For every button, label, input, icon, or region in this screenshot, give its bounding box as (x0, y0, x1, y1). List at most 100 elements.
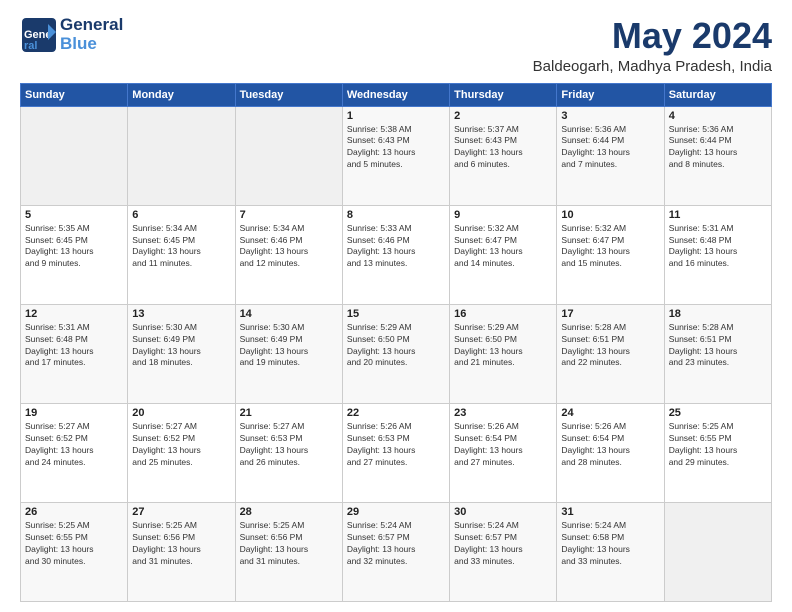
title-block: May 2024 Baldeogarh, Madhya Pradesh, Ind… (533, 16, 772, 75)
calendar-cell: 19 Sunrise: 5:27 AM Sunset: 6:52 PM Dayli… (21, 403, 128, 502)
day-number: 18 (669, 308, 767, 320)
day-info: Sunrise: 5:36 AM Sunset: 6:44 PM Dayligh… (669, 124, 767, 172)
day-info: Sunrise: 5:26 AM Sunset: 6:53 PM Dayligh… (347, 421, 445, 469)
calendar-cell (128, 106, 235, 205)
calendar-cell: 9 Sunrise: 5:32 AM Sunset: 6:47 PM Daylig… (450, 205, 557, 304)
day-info: Sunrise: 5:37 AM Sunset: 6:43 PM Dayligh… (454, 124, 552, 172)
calendar-week-5: 26 Sunrise: 5:25 AM Sunset: 6:55 PM Dayli… (21, 502, 772, 601)
calendar-cell: 15Sunrise: 5:29 AM Sunset: 6:50 PM Dayli… (342, 304, 449, 403)
logo: Gene ral General Blue (20, 16, 123, 54)
calendar-cell: 11 Sunrise: 5:31 AM Sunset: 6:48 PM Dayli… (664, 205, 771, 304)
calendar-week-3: 12 Sunrise: 5:31 AM Sunset: 6:48 PM Dayli… (21, 304, 772, 403)
calendar-cell: 20Sunrise: 5:27 AM Sunset: 6:52 PM Dayli… (128, 403, 235, 502)
calendar-cell (664, 502, 771, 601)
day-number: 19 (25, 407, 123, 419)
day-info: Sunrise: 5:25 AM Sunset: 6:55 PM Dayligh… (25, 520, 123, 568)
day-info: Sunrise: 5:35 AM Sunset: 6:45 PM Dayligh… (25, 223, 123, 271)
day-info: Sunrise: 5:31 AM Sunset: 6:48 PM Dayligh… (669, 223, 767, 271)
day-info: Sunrise: 5:26 AM Sunset: 6:54 PM Dayligh… (454, 421, 552, 469)
day-number: 10 (561, 209, 659, 221)
day-info: Sunrise: 5:32 AM Sunset: 6:47 PM Dayligh… (454, 223, 552, 271)
logo-icon: Gene ral (20, 16, 58, 54)
day-number: 1 (347, 110, 445, 122)
calendar-cell: 24 Sunrise: 5:26 AM Sunset: 6:54 PM Dayli… (557, 403, 664, 502)
day-info: Sunrise: 5:30 AM Sunset: 6:49 PM Dayligh… (132, 322, 230, 370)
day-number: 25 (669, 407, 767, 419)
calendar-cell: 6 Sunrise: 5:34 AM Sunset: 6:45 PM Daylig… (128, 205, 235, 304)
calendar-cell: 21Sunrise: 5:27 AM Sunset: 6:53 PM Dayli… (235, 403, 342, 502)
calendar-table: Sunday Monday Tuesday Wednesday Thursday… (20, 83, 772, 602)
day-info: Sunrise: 5:28 AM Sunset: 6:51 PM Dayligh… (669, 322, 767, 370)
day-info: Sunrise: 5:24 AM Sunset: 6:58 PM Dayligh… (561, 520, 659, 568)
day-number: 12 (25, 308, 123, 320)
day-info: Sunrise: 5:27 AM Sunset: 6:52 PM Dayligh… (132, 421, 230, 469)
calendar-cell: 3Sunrise: 5:36 AM Sunset: 6:44 PM Daylig… (557, 106, 664, 205)
calendar-week-4: 19 Sunrise: 5:27 AM Sunset: 6:52 PM Dayli… (21, 403, 772, 502)
day-number: 23 (454, 407, 552, 419)
calendar-week-2: 5Sunrise: 5:35 AM Sunset: 6:45 PM Daylig… (21, 205, 772, 304)
day-number: 3 (561, 110, 659, 122)
day-info: Sunrise: 5:33 AM Sunset: 6:46 PM Dayligh… (347, 223, 445, 271)
day-number: 26 (25, 506, 123, 518)
col-wednesday: Wednesday (342, 83, 449, 106)
day-number: 13 (132, 308, 230, 320)
day-info: Sunrise: 5:28 AM Sunset: 6:51 PM Dayligh… (561, 322, 659, 370)
calendar-cell: 1 Sunrise: 5:38 AM Sunset: 6:43 PM Daylig… (342, 106, 449, 205)
calendar-cell: 28Sunrise: 5:25 AM Sunset: 6:56 PM Dayli… (235, 502, 342, 601)
day-number: 30 (454, 506, 552, 518)
day-number: 8 (347, 209, 445, 221)
day-info: Sunrise: 5:38 AM Sunset: 6:43 PM Dayligh… (347, 124, 445, 172)
day-number: 28 (240, 506, 338, 518)
logo-line1: General (60, 16, 123, 35)
calendar-cell: 2Sunrise: 5:37 AM Sunset: 6:43 PM Daylig… (450, 106, 557, 205)
day-number: 16 (454, 308, 552, 320)
day-info: Sunrise: 5:30 AM Sunset: 6:49 PM Dayligh… (240, 322, 338, 370)
day-info: Sunrise: 5:34 AM Sunset: 6:46 PM Dayligh… (240, 223, 338, 271)
page: Gene ral General Blue May 2024 Baldeogar… (0, 0, 792, 612)
calendar-cell: 30Sunrise: 5:24 AM Sunset: 6:57 PM Dayli… (450, 502, 557, 601)
day-info: Sunrise: 5:27 AM Sunset: 6:52 PM Dayligh… (25, 421, 123, 469)
day-info: Sunrise: 5:25 AM Sunset: 6:56 PM Dayligh… (132, 520, 230, 568)
subtitle: Baldeogarh, Madhya Pradesh, India (533, 58, 772, 75)
calendar-cell: 12 Sunrise: 5:31 AM Sunset: 6:48 PM Dayli… (21, 304, 128, 403)
calendar-cell: 13 Sunrise: 5:30 AM Sunset: 6:49 PM Dayli… (128, 304, 235, 403)
calendar-cell: 4 Sunrise: 5:36 AM Sunset: 6:44 PM Daylig… (664, 106, 771, 205)
svg-text:ral: ral (24, 40, 37, 52)
calendar-week-1: 1 Sunrise: 5:38 AM Sunset: 6:43 PM Daylig… (21, 106, 772, 205)
day-number: 4 (669, 110, 767, 122)
calendar-cell: 17 Sunrise: 5:28 AM Sunset: 6:51 PM Dayli… (557, 304, 664, 403)
calendar-header-row: Sunday Monday Tuesday Wednesday Thursday… (21, 83, 772, 106)
calendar-cell: 18 Sunrise: 5:28 AM Sunset: 6:51 PM Dayli… (664, 304, 771, 403)
main-title: May 2024 (533, 16, 772, 56)
day-number: 9 (454, 209, 552, 221)
day-info: Sunrise: 5:27 AM Sunset: 6:53 PM Dayligh… (240, 421, 338, 469)
day-number: 6 (132, 209, 230, 221)
day-info: Sunrise: 5:29 AM Sunset: 6:50 PM Dayligh… (454, 322, 552, 370)
calendar-cell: 27 Sunrise: 5:25 AM Sunset: 6:56 PM Dayli… (128, 502, 235, 601)
day-number: 27 (132, 506, 230, 518)
day-info: Sunrise: 5:29 AM Sunset: 6:50 PM Dayligh… (347, 322, 445, 370)
day-number: 14 (240, 308, 338, 320)
header: Gene ral General Blue May 2024 Baldeogar… (20, 16, 772, 75)
day-number: 29 (347, 506, 445, 518)
calendar-cell: 31 Sunrise: 5:24 AM Sunset: 6:58 PM Dayli… (557, 502, 664, 601)
day-number: 17 (561, 308, 659, 320)
day-number: 24 (561, 407, 659, 419)
day-number: 7 (240, 209, 338, 221)
calendar-cell: 7 Sunrise: 5:34 AM Sunset: 6:46 PM Daylig… (235, 205, 342, 304)
calendar-cell: 8 Sunrise: 5:33 AM Sunset: 6:46 PM Daylig… (342, 205, 449, 304)
calendar-cell: 14 Sunrise: 5:30 AM Sunset: 6:49 PM Dayli… (235, 304, 342, 403)
day-info: Sunrise: 5:24 AM Sunset: 6:57 PM Dayligh… (347, 520, 445, 568)
calendar-cell: 10Sunrise: 5:32 AM Sunset: 6:47 PM Dayli… (557, 205, 664, 304)
day-info: Sunrise: 5:31 AM Sunset: 6:48 PM Dayligh… (25, 322, 123, 370)
logo-line2: Blue (60, 35, 123, 54)
day-info: Sunrise: 5:25 AM Sunset: 6:55 PM Dayligh… (669, 421, 767, 469)
day-info: Sunrise: 5:26 AM Sunset: 6:54 PM Dayligh… (561, 421, 659, 469)
col-thursday: Thursday (450, 83, 557, 106)
calendar-cell: 16 Sunrise: 5:29 AM Sunset: 6:50 PM Dayli… (450, 304, 557, 403)
day-number: 11 (669, 209, 767, 221)
day-number: 31 (561, 506, 659, 518)
calendar-cell: 22Sunrise: 5:26 AM Sunset: 6:53 PM Dayli… (342, 403, 449, 502)
day-info: Sunrise: 5:34 AM Sunset: 6:45 PM Dayligh… (132, 223, 230, 271)
col-friday: Friday (557, 83, 664, 106)
